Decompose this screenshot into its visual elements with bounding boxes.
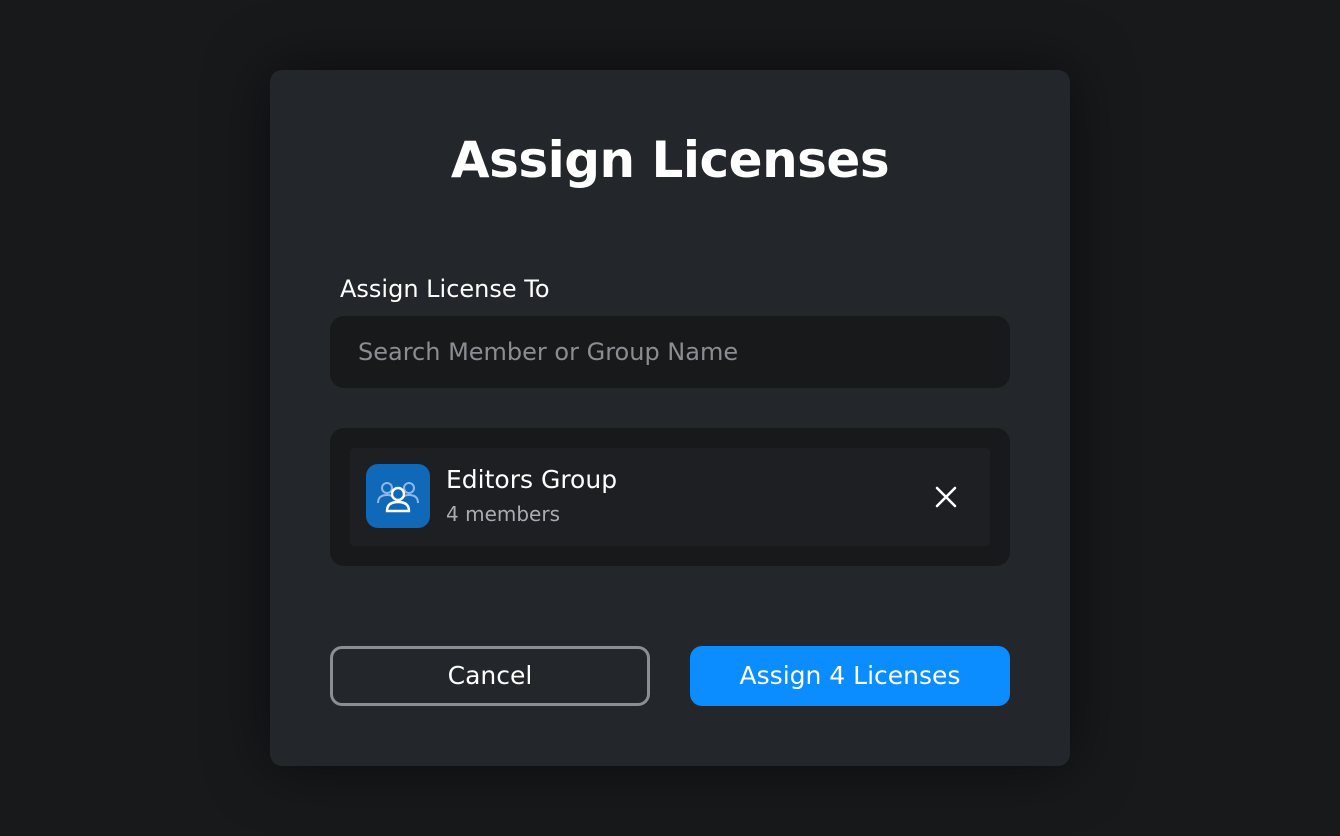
search-box [330, 316, 1010, 388]
group-avatar [366, 464, 430, 528]
group-icon [377, 482, 419, 513]
close-icon [935, 486, 957, 508]
assign-licenses-button[interactable]: Assign 4 Licenses [690, 646, 1010, 706]
search-input[interactable] [330, 316, 1010, 388]
cancel-button[interactable]: Cancel [330, 646, 650, 706]
selected-list: Editors Group 4 members [330, 428, 1010, 566]
selected-item-editors-group: Editors Group 4 members [350, 448, 990, 546]
group-member-count: 4 members [446, 502, 560, 526]
assign-to-label: Assign License To [340, 275, 550, 303]
assign-licenses-dialog: Assign Licenses Assign License To Search… [270, 70, 1070, 766]
dialog-title: Assign Licenses [450, 131, 890, 189]
remove-selection-button[interactable] [928, 479, 964, 515]
group-name: Editors Group [446, 465, 618, 494]
